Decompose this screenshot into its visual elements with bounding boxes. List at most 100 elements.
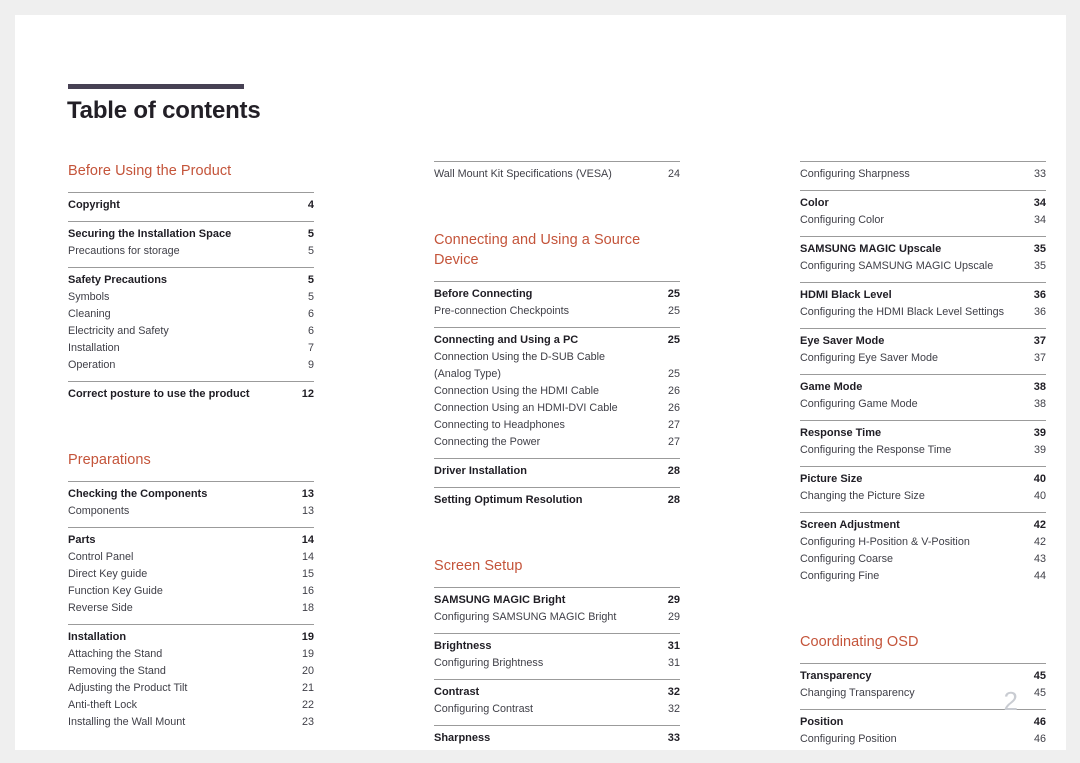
toc-section-heading[interactable]: Coordinating OSD (800, 632, 1046, 652)
toc-entry-topic[interactable]: Direct Key guide 15 (68, 566, 314, 583)
toc-entry-page: 33 (667, 732, 680, 744)
toc-entry-page: 33 (1033, 168, 1046, 180)
toc-entry-label: Configuring the Response Time (800, 444, 952, 456)
toc-entry-chapter[interactable]: Brightness 31 (434, 638, 680, 655)
toc-entry-topic[interactable]: Configuring Sharpness 33 (800, 166, 1046, 183)
toc-entry-page: 23 (301, 716, 314, 728)
toc-entry-page: 36 (1033, 306, 1046, 318)
toc-group: Securing the Installation Space 5 Precauti… (68, 221, 314, 267)
toc-entry-topic[interactable]: Configuring Brightness 31 (434, 655, 680, 672)
toc-entry-topic[interactable]: Cleaning 6 (68, 306, 314, 323)
toc-entry-topic[interactable]: Connecting the Power 27 (434, 434, 680, 451)
toc-entry-topic[interactable]: Reverse Side 18 (68, 600, 314, 617)
toc-entry-chapter[interactable]: Setting Optimum Resolution 28 (434, 492, 680, 509)
toc-entry-topic[interactable]: Function Key Guide 16 (68, 583, 314, 600)
toc-entry-chapter[interactable]: Safety Precautions 5 (68, 272, 314, 289)
toc-entry-chapter[interactable]: Securing the Installation Space 5 (68, 226, 314, 243)
toc-entry-topic[interactable]: Configuring Coarse 43 (800, 551, 1046, 568)
toc-entry-chapter[interactable]: Correct posture to use the product 12 (68, 386, 314, 403)
toc-group: Response Time 39 Configuring the Response … (800, 420, 1046, 466)
toc-entry-label: Configuring Game Mode (800, 398, 918, 410)
toc-section-heading[interactable]: Connecting and Using a Source Device (434, 230, 680, 270)
toc-entry-page: 6 (307, 308, 314, 320)
toc-entry-topic[interactable]: Configuring Contrast 32 (434, 701, 680, 718)
toc-entry-topic[interactable]: Configuring H-Position & V-Position 42 (800, 534, 1046, 551)
toc-entry-topic[interactable]: Configuring Eye Saver Mode 37 (800, 350, 1046, 367)
toc-entry-topic[interactable]: Adjusting the Product Tilt 21 (68, 680, 314, 697)
toc-entry-topic[interactable]: Configuring the HDMI Black Level Setting… (800, 304, 1046, 321)
toc-entry-topic[interactable]: Symbols 5 (68, 289, 314, 306)
toc-entry-chapter[interactable]: Transparency 45 (800, 668, 1046, 685)
toc-entry-chapter[interactable]: SAMSUNG MAGIC Upscale 35 (800, 241, 1046, 258)
toc-entry-chapter[interactable]: Driver Installation 28 (434, 463, 680, 480)
toc-entry-chapter[interactable]: Color 34 (800, 195, 1046, 212)
toc-entry-topic[interactable]: Anti-theft Lock 22 (68, 697, 314, 714)
toc-entry-label: Installation (68, 342, 120, 354)
toc-entry-chapter[interactable]: Screen Adjustment 42 (800, 517, 1046, 534)
toc-entry-topic[interactable]: Configuring SAMSUNG MAGIC Bright 29 (434, 609, 680, 626)
toc-entry-chapter[interactable]: Copyright 4 (68, 197, 314, 214)
toc-section-heading[interactable]: Before Using the Product (68, 161, 314, 181)
toc-entry-label: (Analog Type) (434, 368, 502, 380)
toc-entry-topic[interactable]: Connection Using the D-SUB Cable (434, 349, 680, 366)
toc-entry-chapter[interactable]: Parts 14 (68, 532, 314, 549)
toc-entry-chapter[interactable]: Picture Size 40 (800, 471, 1046, 488)
toc-entry-page: 44 (1033, 570, 1046, 582)
toc-entry-topic[interactable]: Wall Mount Kit Specifications (VESA) 24 (434, 166, 680, 183)
toc-group: Driver Installation 28 (434, 458, 680, 487)
toc-group: SAMSUNG MAGIC Upscale 35 Configuring SAMSU… (800, 236, 1046, 282)
toc-entry-chapter[interactable]: SAMSUNG MAGIC Bright 29 (434, 592, 680, 609)
toc-section-heading[interactable]: Preparations (68, 450, 314, 470)
toc-entry-topic[interactable]: Pre-connection Checkpoints 25 (434, 303, 680, 320)
toc-section-heading[interactable]: Screen Setup (434, 556, 680, 576)
toc-entry-topic[interactable]: Connecting to Headphones 27 (434, 417, 680, 434)
toc-entry-label: Precautions for storage (68, 245, 180, 257)
toc-entry-topic[interactable]: Connection Using an HDMI-DVI Cable 26 (434, 400, 680, 417)
toc-entry-chapter[interactable]: Before Connecting 25 (434, 286, 680, 303)
toc-entry-chapter[interactable]: Eye Saver Mode 37 (800, 333, 1046, 350)
toc-group: Screen Adjustment 42 Configuring H-Positio… (800, 512, 1046, 592)
toc-entry-page: 37 (1033, 352, 1046, 364)
toc-entry-label: SAMSUNG MAGIC Bright (434, 594, 566, 606)
toc-entry-topic[interactable]: Configuring Fine 44 (800, 568, 1046, 585)
toc-entry-page: 36 (1033, 289, 1046, 301)
toc-entry-page: 7 (307, 342, 314, 354)
toc-entry-topic[interactable]: Changing the Picture Size 40 (800, 488, 1046, 505)
toc-entry-topic[interactable]: Configuring Color 34 (800, 212, 1046, 229)
toc-entry-topic[interactable]: Installation 7 (68, 340, 314, 357)
toc-entry-topic[interactable]: Operation 9 (68, 357, 314, 374)
toc-entry-chapter[interactable]: Installation 19 (68, 629, 314, 646)
toc-entry-topic[interactable]: Configuring Game Mode 38 (800, 396, 1046, 413)
toc-entry-chapter[interactable]: Contrast 32 (434, 684, 680, 701)
toc-entry-label: Setting Optimum Resolution (434, 494, 583, 506)
toc-entry-topic[interactable]: (Analog Type) 25 (434, 366, 680, 383)
toc-entry-topic[interactable]: Configuring SAMSUNG MAGIC Upscale 35 (800, 258, 1046, 275)
toc-entry-page: 29 (667, 611, 680, 623)
toc-entry-chapter[interactable]: HDMI Black Level 36 (800, 287, 1046, 304)
toc-entry-page: 46 (1033, 733, 1046, 745)
toc-entry-label: Game Mode (800, 381, 863, 393)
toc-entry-chapter[interactable]: Connecting and Using a PC 25 (434, 332, 680, 349)
toc-entry-chapter[interactable]: Checking the Components 13 (68, 486, 314, 503)
toc-entry-topic[interactable]: Electricity and Safety 6 (68, 323, 314, 340)
toc-entry-chapter[interactable]: Response Time 39 (800, 425, 1046, 442)
toc-entry-topic[interactable]: Removing the Stand 20 (68, 663, 314, 680)
toc-entry-topic[interactable]: Configuring Position 46 (800, 731, 1046, 748)
toc-entry-chapter[interactable]: Game Mode 38 (800, 379, 1046, 396)
toc-entry-topic[interactable]: Configuring the Response Time 39 (800, 442, 1046, 459)
toc-entry-topic[interactable]: Control Panel 14 (68, 549, 314, 566)
toc-entry-topic[interactable]: Attaching the Stand 19 (68, 646, 314, 663)
toc-entry-page: 18 (301, 602, 314, 614)
toc-entry-chapter[interactable]: Sharpness 33 (434, 730, 680, 747)
toc-entry-label: Connection Using the HDMI Cable (434, 385, 600, 397)
toc-entry-label: Installing the Wall Mount (68, 716, 186, 728)
toc-entry-topic[interactable]: Connection Using the HDMI Cable 26 (434, 383, 680, 400)
toc-group: Wall Mount Kit Specifications (VESA) 24 (434, 161, 680, 190)
toc-group: Brightness 31 Configuring Brightness 31 (434, 633, 680, 679)
toc-entry-topic[interactable]: Components 13 (68, 503, 314, 520)
toc-entry-topic[interactable]: Precautions for storage 5 (68, 243, 314, 260)
toc-entry-label: Connecting the Power (434, 436, 541, 448)
toc-entry-label: Function Key Guide (68, 585, 163, 597)
toc-entry-topic[interactable]: Installing the Wall Mount 23 (68, 714, 314, 731)
